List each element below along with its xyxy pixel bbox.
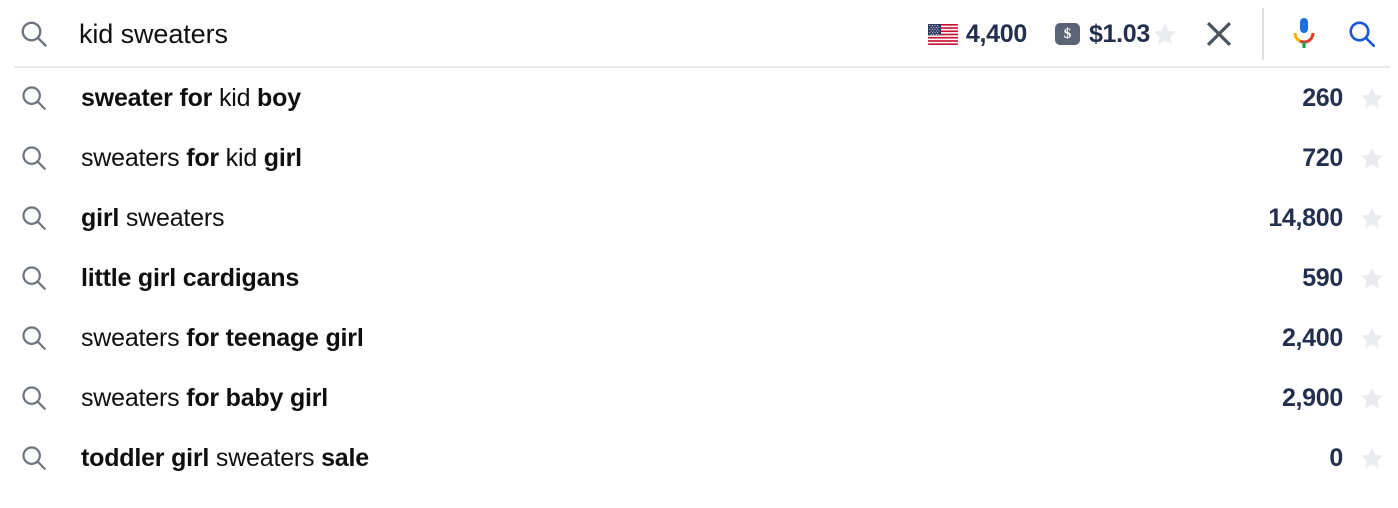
list-item[interactable]: sweaters for kid girl 720 bbox=[0, 128, 1398, 188]
search-icon bbox=[22, 206, 46, 230]
microphone-icon[interactable] bbox=[1290, 16, 1318, 52]
star-outline-icon[interactable] bbox=[1359, 445, 1385, 471]
suggestion-volume: 2,400 bbox=[1281, 323, 1343, 352]
suggestion-text[interactable]: sweater for kid boy bbox=[81, 84, 1163, 113]
dollar-badge-icon: $ bbox=[1054, 23, 1080, 45]
list-item[interactable]: sweaters for teenage girl 2,400 bbox=[0, 308, 1398, 368]
list-item[interactable]: sweater for kid boy 260 bbox=[0, 68, 1398, 128]
suggestion-volume: 14,800 bbox=[1268, 203, 1343, 232]
suggestion-text[interactable]: sweaters for kid girl bbox=[81, 144, 1163, 173]
list-item[interactable]: sweaters for baby girl 2,900 bbox=[0, 368, 1398, 428]
search-submit-icon[interactable] bbox=[1347, 19, 1377, 49]
list-item[interactable]: little girl cardigans 590 bbox=[0, 248, 1398, 308]
suggestion-volume: 2,900 bbox=[1281, 383, 1343, 412]
list-item[interactable]: toddler girl sweaters sale 0 bbox=[0, 428, 1398, 488]
search-volume-value: 4,400 bbox=[965, 19, 1027, 48]
query-bar: kid sweaters 4,400 $ $1.03 bbox=[0, 0, 1398, 68]
star-outline-icon[interactable] bbox=[1359, 325, 1385, 351]
search-icon bbox=[22, 146, 46, 170]
cost-per-click-metric: $ $1.03 bbox=[1054, 19, 1150, 49]
star-outline-icon[interactable] bbox=[1152, 21, 1178, 47]
suggestion-text[interactable]: little girl cardigans bbox=[81, 264, 1163, 293]
star-outline-icon[interactable] bbox=[1359, 265, 1385, 291]
query-bar-metrics: 4,400 $ $1.03 bbox=[927, 19, 1150, 49]
toolbar-divider bbox=[1262, 8, 1264, 60]
star-outline-icon[interactable] bbox=[1359, 145, 1385, 171]
suggestion-volume: 0 bbox=[1329, 443, 1343, 472]
suggestion-text[interactable]: sweaters for teenage girl bbox=[81, 324, 1163, 353]
list-item[interactable]: girl sweaters 14,800 bbox=[0, 188, 1398, 248]
cost-per-click-value: $1.03 bbox=[1088, 19, 1150, 48]
dollar-glyph: $ bbox=[1063, 25, 1072, 42]
search-icon bbox=[21, 21, 47, 47]
search-icon bbox=[22, 446, 46, 470]
search-icon bbox=[22, 386, 46, 410]
suggestion-text[interactable]: sweaters for baby girl bbox=[81, 384, 1163, 413]
search-input[interactable]: kid sweaters bbox=[79, 19, 228, 50]
suggestion-volume: 260 bbox=[1302, 83, 1343, 112]
search-volume-metric: 4,400 bbox=[927, 19, 1027, 49]
keyword-suggestion-list: sweater for kid boy 260 sweaters for kid… bbox=[0, 68, 1398, 488]
star-outline-icon[interactable] bbox=[1359, 205, 1385, 231]
search-icon bbox=[22, 86, 46, 110]
star-outline-icon[interactable] bbox=[1359, 85, 1385, 111]
us-flag-icon bbox=[927, 23, 958, 45]
search-icon bbox=[22, 266, 46, 290]
close-icon[interactable] bbox=[1204, 19, 1234, 49]
suggestion-volume: 720 bbox=[1302, 143, 1343, 172]
suggestion-volume: 590 bbox=[1302, 263, 1343, 292]
suggestion-text[interactable]: girl sweaters bbox=[81, 204, 1163, 233]
search-icon bbox=[22, 326, 46, 350]
suggestion-text[interactable]: toddler girl sweaters sale bbox=[81, 444, 1163, 473]
star-outline-icon[interactable] bbox=[1359, 385, 1385, 411]
